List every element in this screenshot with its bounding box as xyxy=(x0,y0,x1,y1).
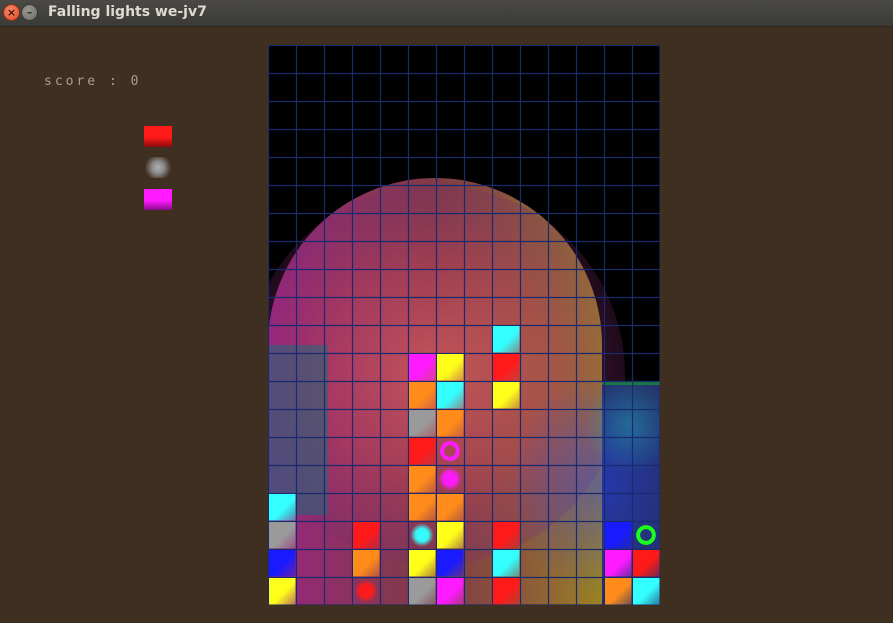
light-blue-block xyxy=(269,550,296,577)
light-yellow-block xyxy=(409,550,436,577)
window-titlebar[interactable]: × – Falling lights we-jv7 xyxy=(0,0,893,27)
light-magenta-orb xyxy=(438,467,462,491)
light-blue-block xyxy=(605,522,632,549)
light-yellow-block xyxy=(437,354,464,381)
light-cyan-block xyxy=(269,494,296,521)
light-red-block xyxy=(493,522,520,549)
light-red-block xyxy=(493,354,520,381)
light-red-block xyxy=(633,550,660,577)
game-board[interactable] xyxy=(268,45,660,605)
light-cyan-block xyxy=(493,550,520,577)
light-yellow-block xyxy=(269,578,296,605)
light-gray-block xyxy=(409,578,436,605)
score-label: score : 0 xyxy=(44,74,142,89)
minimize-button[interactable]: – xyxy=(21,4,38,21)
light-orange-block xyxy=(409,494,436,521)
light-yellow-block xyxy=(437,522,464,549)
light-red-orb xyxy=(354,579,378,603)
light-red-block xyxy=(353,522,380,549)
next-gray-orb xyxy=(144,157,172,178)
window-title: Falling lights we-jv7 xyxy=(48,4,207,20)
light-orange-block xyxy=(409,382,436,409)
grid-lines xyxy=(268,45,660,605)
light-orange-block xyxy=(605,578,632,605)
light-blue-block xyxy=(437,550,464,577)
board-canvas xyxy=(268,45,660,605)
light-cyan-block xyxy=(437,382,464,409)
close-icon: × xyxy=(6,6,17,19)
light-orange-block xyxy=(437,410,464,437)
light-cyan-block xyxy=(493,326,520,353)
light-gray-block xyxy=(409,410,436,437)
light-gray-block xyxy=(269,522,296,549)
minimize-icon: – xyxy=(26,6,33,19)
light-magenta-block xyxy=(605,550,632,577)
next-red-block xyxy=(144,126,172,147)
light-orange-block xyxy=(409,466,436,493)
light-cyan-orb xyxy=(410,523,434,547)
light-orange-block xyxy=(353,550,380,577)
light-red-block xyxy=(409,438,436,465)
light-yellow-block xyxy=(493,382,520,409)
light-magenta-block xyxy=(437,578,464,605)
next-magenta-block xyxy=(144,189,172,210)
light-cyan-block xyxy=(633,578,660,605)
next-piece-preview xyxy=(144,126,172,211)
light-magenta-block xyxy=(409,354,436,381)
light-orange-block xyxy=(437,494,464,521)
light-red-block xyxy=(493,578,520,605)
close-button[interactable]: × xyxy=(3,4,20,21)
